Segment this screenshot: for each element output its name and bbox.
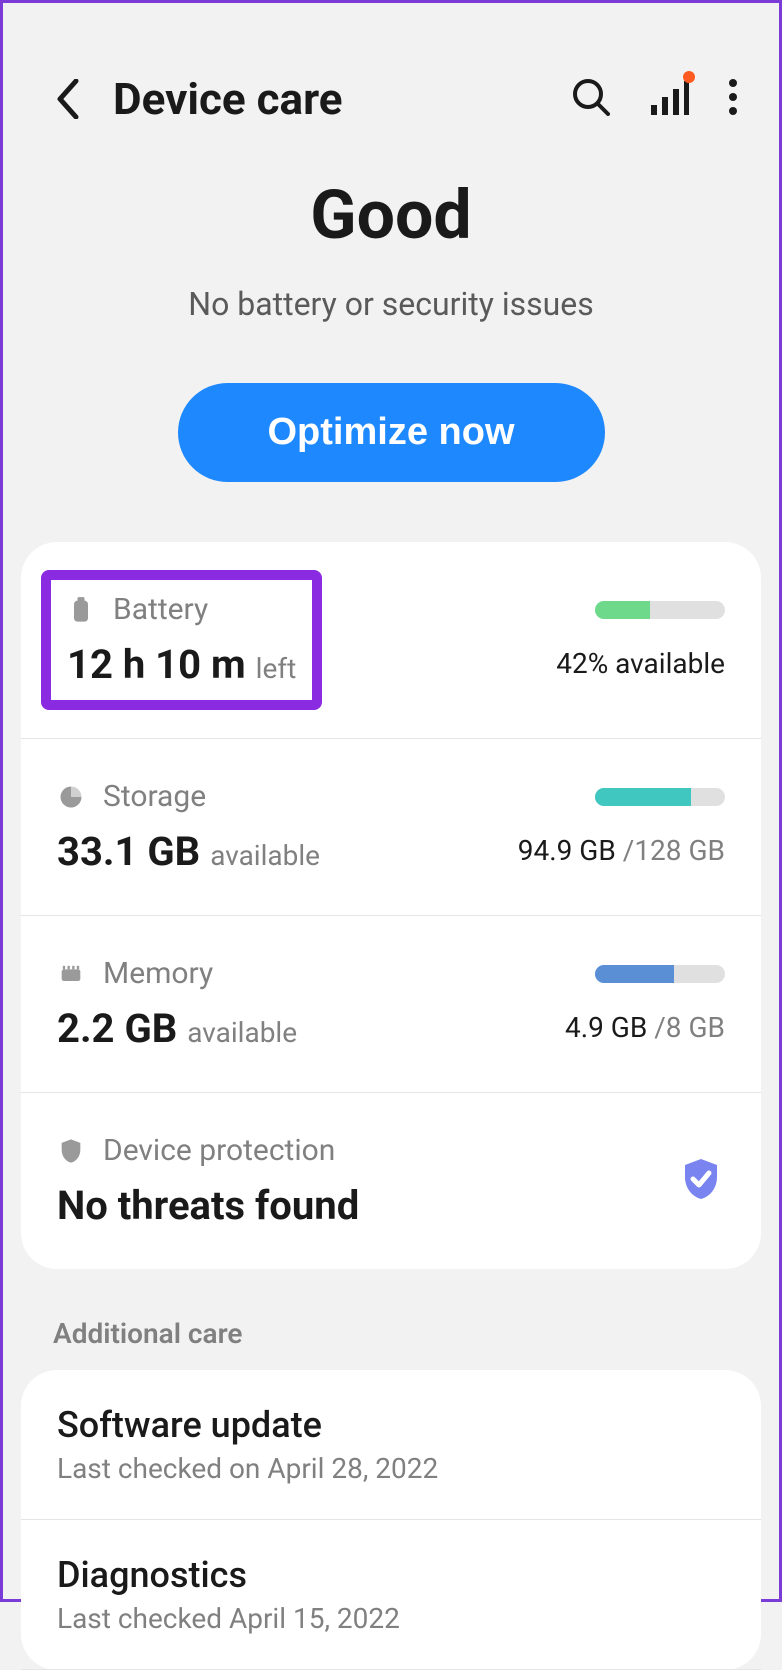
- shield-icon: [57, 1137, 85, 1165]
- status-hero: Good No battery or security issues Optim…: [3, 145, 779, 542]
- storage-bar: [595, 788, 725, 806]
- memory-suffix: available: [187, 1016, 297, 1049]
- battery-percent-text: 42% available: [556, 647, 725, 680]
- notification-dot-icon: [683, 71, 695, 83]
- memory-used: 4.9 GB: [565, 1011, 647, 1044]
- battery-value: 12 h 10 m: [67, 641, 246, 688]
- memory-icon: [57, 960, 85, 988]
- additional-heading: Additional care: [3, 1269, 779, 1370]
- memory-row[interactable]: Memory 2.2 GB available 4.9 GB /8 GB: [21, 916, 761, 1093]
- battery-label: Battery: [113, 592, 208, 627]
- storage-icon: [57, 783, 85, 811]
- protection-value: No threats found: [57, 1182, 359, 1229]
- search-button[interactable]: [571, 77, 611, 121]
- battery-icon: [67, 596, 95, 624]
- software-sub: Last checked on April 28, 2022: [57, 1452, 725, 1485]
- chevron-left-icon: [56, 79, 80, 119]
- more-vertical-icon: [727, 77, 739, 117]
- battery-row[interactable]: Battery 12 h 10 m left 42% available: [21, 542, 761, 739]
- battery-highlight: Battery 12 h 10 m left: [41, 570, 322, 710]
- search-icon: [571, 77, 611, 117]
- battery-bar: [595, 601, 725, 619]
- more-button[interactable]: [727, 77, 739, 121]
- optimize-button[interactable]: Optimize now: [178, 383, 605, 482]
- shield-check-icon: [677, 1155, 725, 1203]
- signal-bars-icon: [649, 77, 689, 117]
- signal-button[interactable]: [649, 77, 689, 121]
- memory-value: 2.2 GB: [57, 1005, 177, 1052]
- software-update-row[interactable]: Software update Last checked on April 28…: [21, 1370, 761, 1520]
- memory-bar-fill: [595, 965, 674, 983]
- software-title: Software update: [57, 1404, 725, 1446]
- status-heading: Good: [43, 175, 739, 255]
- storage-row[interactable]: Storage 33.1 GB available 94.9 GB /128 G…: [21, 739, 761, 916]
- status-subtext: No battery or security issues: [43, 285, 739, 323]
- stats-card: Battery 12 h 10 m left 42% available Sto…: [21, 542, 761, 1269]
- battery-suffix: left: [256, 652, 297, 685]
- storage-total: /128 GB: [623, 834, 725, 867]
- protection-row[interactable]: Device protection No threats found: [21, 1093, 761, 1269]
- storage-suffix: available: [210, 839, 320, 872]
- memory-total: /8 GB: [654, 1011, 725, 1044]
- storage-used: 94.9 GB: [518, 834, 616, 867]
- memory-bar: [595, 965, 725, 983]
- additional-card: Software update Last checked on April 28…: [21, 1370, 761, 1670]
- protection-label: Device protection: [103, 1133, 335, 1168]
- storage-label: Storage: [103, 779, 206, 814]
- diagnostics-title: Diagnostics: [57, 1554, 725, 1596]
- diagnostics-sub: Last checked April 15, 2022: [57, 1602, 725, 1635]
- app-header: Device care: [3, 3, 779, 145]
- storage-value: 33.1 GB: [57, 828, 200, 875]
- back-button[interactable]: [43, 74, 93, 124]
- memory-label: Memory: [103, 956, 213, 991]
- diagnostics-row[interactable]: Diagnostics Last checked April 15, 2022: [21, 1520, 761, 1670]
- page-title: Device care: [113, 73, 571, 125]
- storage-bar-fill: [595, 788, 691, 806]
- battery-bar-fill: [595, 601, 650, 619]
